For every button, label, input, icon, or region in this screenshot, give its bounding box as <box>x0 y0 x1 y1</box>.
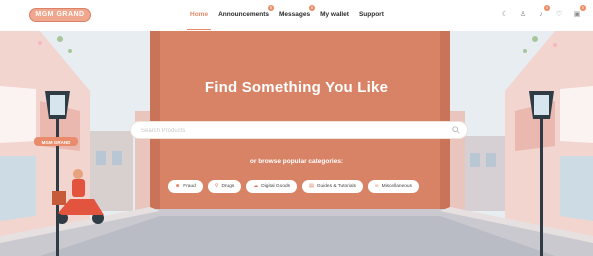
category-guides-tutorials[interactable]: ▤ Guides & Tutorials <box>302 180 363 193</box>
nav-icon-group: ☾ ♙ ♪ 0 ♡ ▣ 0 <box>501 5 586 20</box>
book-icon: ▤ <box>309 183 314 189</box>
category-fraud[interactable]: ☻ Fraud <box>168 180 203 193</box>
category-label: Miscellaneous <box>381 184 412 189</box>
messages-badge: 0 <box>309 5 316 11</box>
cart-icon[interactable]: ▣ 0 <box>573 5 586 20</box>
glasses-icon: ∞ <box>375 183 379 189</box>
cart-badge: 0 <box>580 5 586 11</box>
nav-support[interactable]: Support <box>359 10 384 22</box>
search-icon[interactable] <box>452 126 460 134</box>
announcements-badge: 0 <box>267 5 274 11</box>
pill-icon: ⚲ <box>214 183 219 189</box>
signpost-text: MGM GRAND <box>42 140 71 145</box>
nav-links: Home Announcements 0 Messages 0 My wallet … <box>186 5 384 30</box>
bell-icon[interactable]: ♪ 0 <box>537 5 550 20</box>
top-navbar: MGM GRAND Home Announcements 0 Messages 0 … <box>0 0 593 32</box>
user-icon[interactable]: ♙ <box>519 10 527 20</box>
hero-banner: MGM GRAND Find Something You Like or bro… <box>0 31 593 256</box>
category-label: Drugs <box>221 184 235 189</box>
search-bar[interactable] <box>130 121 468 139</box>
category-label: Fraud <box>183 184 196 189</box>
bell-badge: 0 <box>544 5 550 11</box>
category-label: Guides & Tutorials <box>316 184 356 189</box>
nav-messages[interactable]: Messages 0 <box>279 5 316 22</box>
category-drugs[interactable]: ⚲ Drugs <box>207 180 242 193</box>
brand-logo[interactable]: MGM GRAND <box>29 8 91 22</box>
moon-icon[interactable]: ☾ <box>501 10 509 20</box>
category-miscellaneous[interactable]: ∞ Miscellaneous <box>368 180 419 193</box>
mask-icon: ☻ <box>175 183 181 189</box>
browse-categories-label: or browse popular categories: <box>249 158 344 165</box>
category-list: ☻ Fraud ⚲ Drugs ☁ Digital Goods ▤ Guides… <box>168 180 419 193</box>
heart-icon[interactable]: ♡ <box>555 10 563 20</box>
cloud-icon: ☁ <box>253 183 259 189</box>
category-label: Digital Goods <box>261 184 291 189</box>
nav-announcements[interactable]: Announcements 0 <box>218 5 274 22</box>
street-illustration: MGM GRAND <box>0 31 593 256</box>
category-digital-goods[interactable]: ☁ Digital Goods <box>246 180 298 193</box>
nav-my-wallet[interactable]: My wallet <box>320 10 349 22</box>
nav-home[interactable]: Home <box>186 10 212 30</box>
search-input[interactable] <box>141 125 441 136</box>
hero-title: Find Something You Like <box>204 79 389 96</box>
